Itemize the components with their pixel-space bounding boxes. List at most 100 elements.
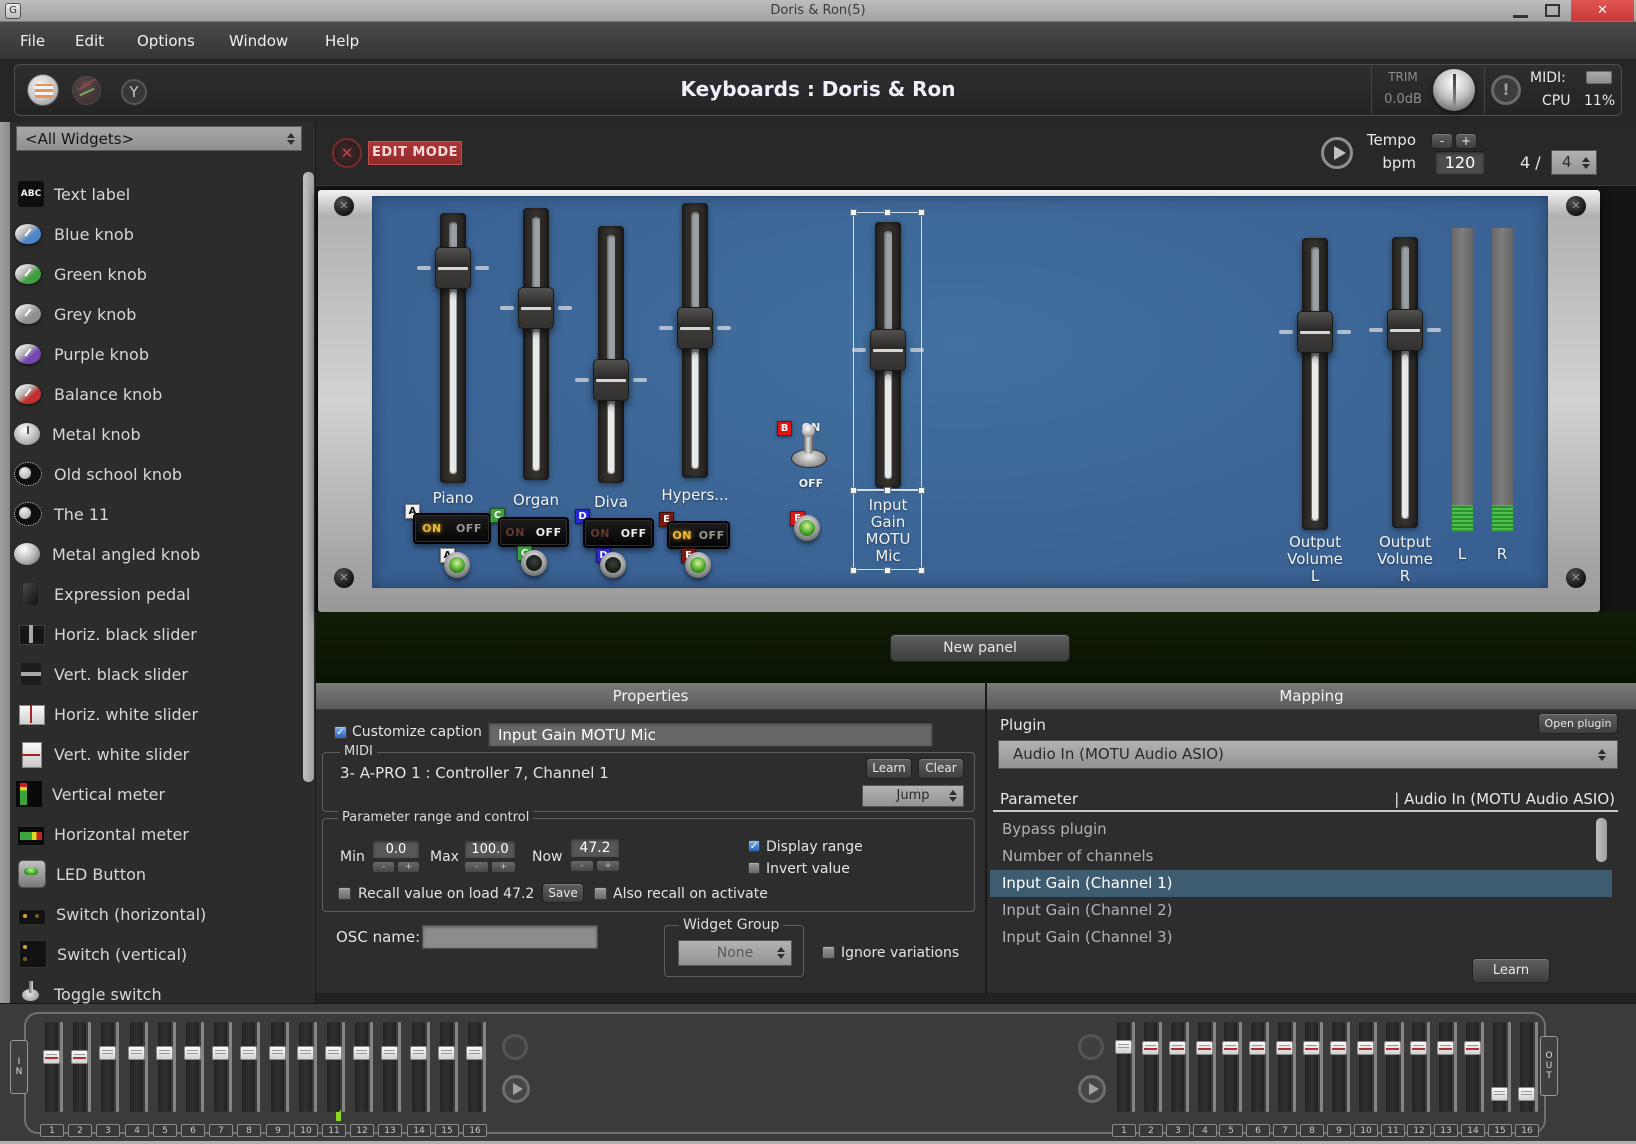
osc-name-field[interactable] — [422, 925, 598, 949]
mixer-in-fader-track-12[interactable] — [355, 1022, 368, 1112]
led-button-a[interactable] — [444, 552, 470, 578]
plugin-dropdown[interactable]: Audio In (MOTU Audio ASIO) — [998, 740, 1618, 769]
slider-handle-piano[interactable] — [435, 247, 471, 289]
parameter-row-input-gain-channel-1[interactable]: Input Gain (Channel 1) — [990, 870, 1612, 897]
mixer-in-fader-track-11[interactable] — [327, 1022, 340, 1112]
mixer-mute-button[interactable] — [1078, 1034, 1104, 1060]
sidebar-item-text-label[interactable]: Text label — [12, 177, 290, 211]
now-decrement-button[interactable]: - — [570, 860, 594, 872]
mixer-out-fader-track-8[interactable] — [1305, 1022, 1318, 1112]
sidebar-item-horiz-white-slider[interactable]: Horiz. white slider — [12, 697, 290, 731]
mixer-out-fader-track-1[interactable] — [1117, 1022, 1130, 1112]
mixer-out-fader-track-2[interactable] — [1144, 1022, 1157, 1112]
toggle-switch-b[interactable] — [791, 424, 827, 468]
parameter-row-bypass-plugin[interactable]: Bypass plugin — [990, 816, 1612, 843]
midi-clear-button[interactable]: Clear — [918, 758, 964, 779]
selection-handle[interactable] — [918, 487, 925, 494]
selection-handle[interactable] — [850, 209, 857, 216]
mixer-in-fader-track-2[interactable] — [73, 1022, 86, 1112]
min-field[interactable]: 0.0 — [372, 840, 420, 859]
min-increment-button[interactable]: + — [397, 861, 420, 873]
mixer-out-fader-handle-10[interactable] — [1357, 1041, 1374, 1055]
parameter-row-number-of-channels[interactable]: Number of channels — [990, 843, 1612, 870]
sync-mode-dropdown[interactable]: Jump — [862, 785, 964, 807]
mixer-out-fader-track-7[interactable] — [1278, 1022, 1291, 1112]
mixer-out-fader-track-4[interactable] — [1198, 1022, 1211, 1112]
led-button-d[interactable] — [600, 552, 626, 578]
sidebar-item-switch-horizontal[interactable]: Switch (horizontal) — [12, 897, 290, 931]
sidebar-item-purple-knob[interactable]: Purple knob — [12, 337, 290, 371]
now-field[interactable]: 47.2 — [570, 838, 620, 858]
sidebar-item-vert-white-slider[interactable]: Vert. white slider — [12, 737, 290, 771]
menu-options[interactable]: Options — [130, 28, 202, 54]
save-button[interactable]: Save — [542, 883, 584, 903]
warning-icon[interactable] — [1491, 75, 1521, 105]
sidebar-item-green-knob[interactable]: Green knob — [12, 257, 290, 291]
mixer-out-fader-track-14[interactable] — [1466, 1022, 1479, 1112]
tuner-icon[interactable] — [121, 79, 147, 105]
mixer-out-fader-track-6[interactable] — [1251, 1022, 1264, 1112]
mixer-in-fader-track-10[interactable] — [299, 1022, 312, 1112]
selection-handle[interactable] — [850, 567, 857, 574]
time-signature-dropdown[interactable]: 4 — [1551, 150, 1597, 175]
max-decrement-button[interactable]: - — [464, 861, 489, 873]
selection-handle[interactable] — [850, 487, 857, 494]
mixer-out-fader-handle-9[interactable] — [1330, 1041, 1347, 1055]
mixer-in-fader-handle-6[interactable] — [184, 1046, 201, 1060]
sidebar-item-old-school-knob[interactable]: Old school knob — [12, 457, 290, 491]
slider-handle-output-volume-l[interactable] — [1297, 311, 1333, 353]
min-decrement-button[interactable]: - — [372, 861, 395, 873]
onoff-switch-d[interactable]: ONOFF — [583, 518, 654, 548]
display-range-checkbox[interactable] — [748, 840, 760, 852]
also-recall-checkbox[interactable] — [594, 887, 607, 900]
edit-mode-button[interactable]: EDIT MODE — [368, 141, 462, 165]
trim-knob[interactable] — [1433, 69, 1475, 111]
maximize-button[interactable] — [1545, 4, 1560, 17]
tempo-decrement-button[interactable]: - — [1431, 133, 1453, 149]
sidebar-item-metal-knob[interactable]: Metal knob — [12, 417, 290, 451]
invert-value-checkbox[interactable] — [748, 862, 760, 874]
sidebar-item-the-11[interactable]: The 11 — [12, 497, 290, 531]
selection-handle[interactable] — [884, 567, 891, 574]
mixer-play-button[interactable] — [502, 1075, 530, 1103]
edit-mode-icon[interactable] — [332, 138, 362, 168]
max-field[interactable]: 100.0 — [464, 840, 516, 859]
mixer-in-fader-handle-4[interactable] — [128, 1046, 145, 1060]
selection-handle[interactable] — [884, 209, 891, 216]
sidebar-item-vertical-meter[interactable]: Vertical meter — [12, 777, 290, 811]
mixer-in-fader-track-13[interactable] — [383, 1022, 396, 1112]
mixer-out-fader-handle-15[interactable] — [1491, 1087, 1508, 1101]
sidebar-item-toggle-switch[interactable]: Toggle switch — [12, 977, 290, 1011]
mixer-out-fader-track-10[interactable] — [1359, 1022, 1372, 1112]
panels-view-icon[interactable] — [27, 74, 59, 106]
selection-handle[interactable] — [918, 209, 925, 216]
onoff-switch-a[interactable]: ONOFF — [413, 513, 491, 544]
new-panel-button[interactable]: New panel — [890, 634, 1070, 662]
slider-handle-hypers[interactable] — [677, 307, 713, 349]
sidebar-item-balance-knob[interactable]: Balance knob — [12, 377, 290, 411]
mixer-out-fader-handle-8[interactable] — [1303, 1041, 1320, 1055]
menu-edit[interactable]: Edit — [68, 28, 111, 54]
mixer-in-fader-handle-7[interactable] — [212, 1046, 229, 1060]
mixer-play-button[interactable] — [1078, 1075, 1106, 1103]
onoff-switch-e[interactable]: ONOFF — [667, 521, 730, 549]
mixer-in-fader-handle-8[interactable] — [240, 1046, 257, 1060]
mixer-in-fader-handle-2[interactable] — [71, 1050, 88, 1064]
mixer-in-fader-track-5[interactable] — [158, 1022, 171, 1112]
mixer-in-fader-handle-3[interactable] — [99, 1046, 116, 1060]
mixer-in-fader-track-14[interactable] — [412, 1022, 425, 1112]
midi-learn-button[interactable]: Learn — [866, 758, 912, 779]
slider-handle-output-volume-r[interactable] — [1387, 309, 1423, 351]
mixer-out-fader-track-9[interactable] — [1332, 1022, 1345, 1112]
customize-caption-checkbox[interactable] — [334, 726, 347, 739]
sidebar-item-led-button[interactable]: LED Button — [12, 857, 290, 891]
mixer-out-fader-handle-3[interactable] — [1169, 1041, 1186, 1055]
menu-window[interactable]: Window — [222, 28, 295, 54]
mixer-in-fader-handle-16[interactable] — [466, 1046, 483, 1060]
sidebar-item-switch-vertical[interactable]: Switch (vertical) — [12, 937, 290, 971]
onoff-switch-c[interactable]: ONOFF — [498, 517, 569, 547]
mixer-in-fader-track-16[interactable] — [468, 1022, 481, 1112]
mixer-out-fader-handle-16[interactable] — [1518, 1087, 1535, 1101]
mixer-out-fader-track-5[interactable] — [1224, 1022, 1237, 1112]
now-increment-button[interactable]: + — [596, 860, 620, 872]
